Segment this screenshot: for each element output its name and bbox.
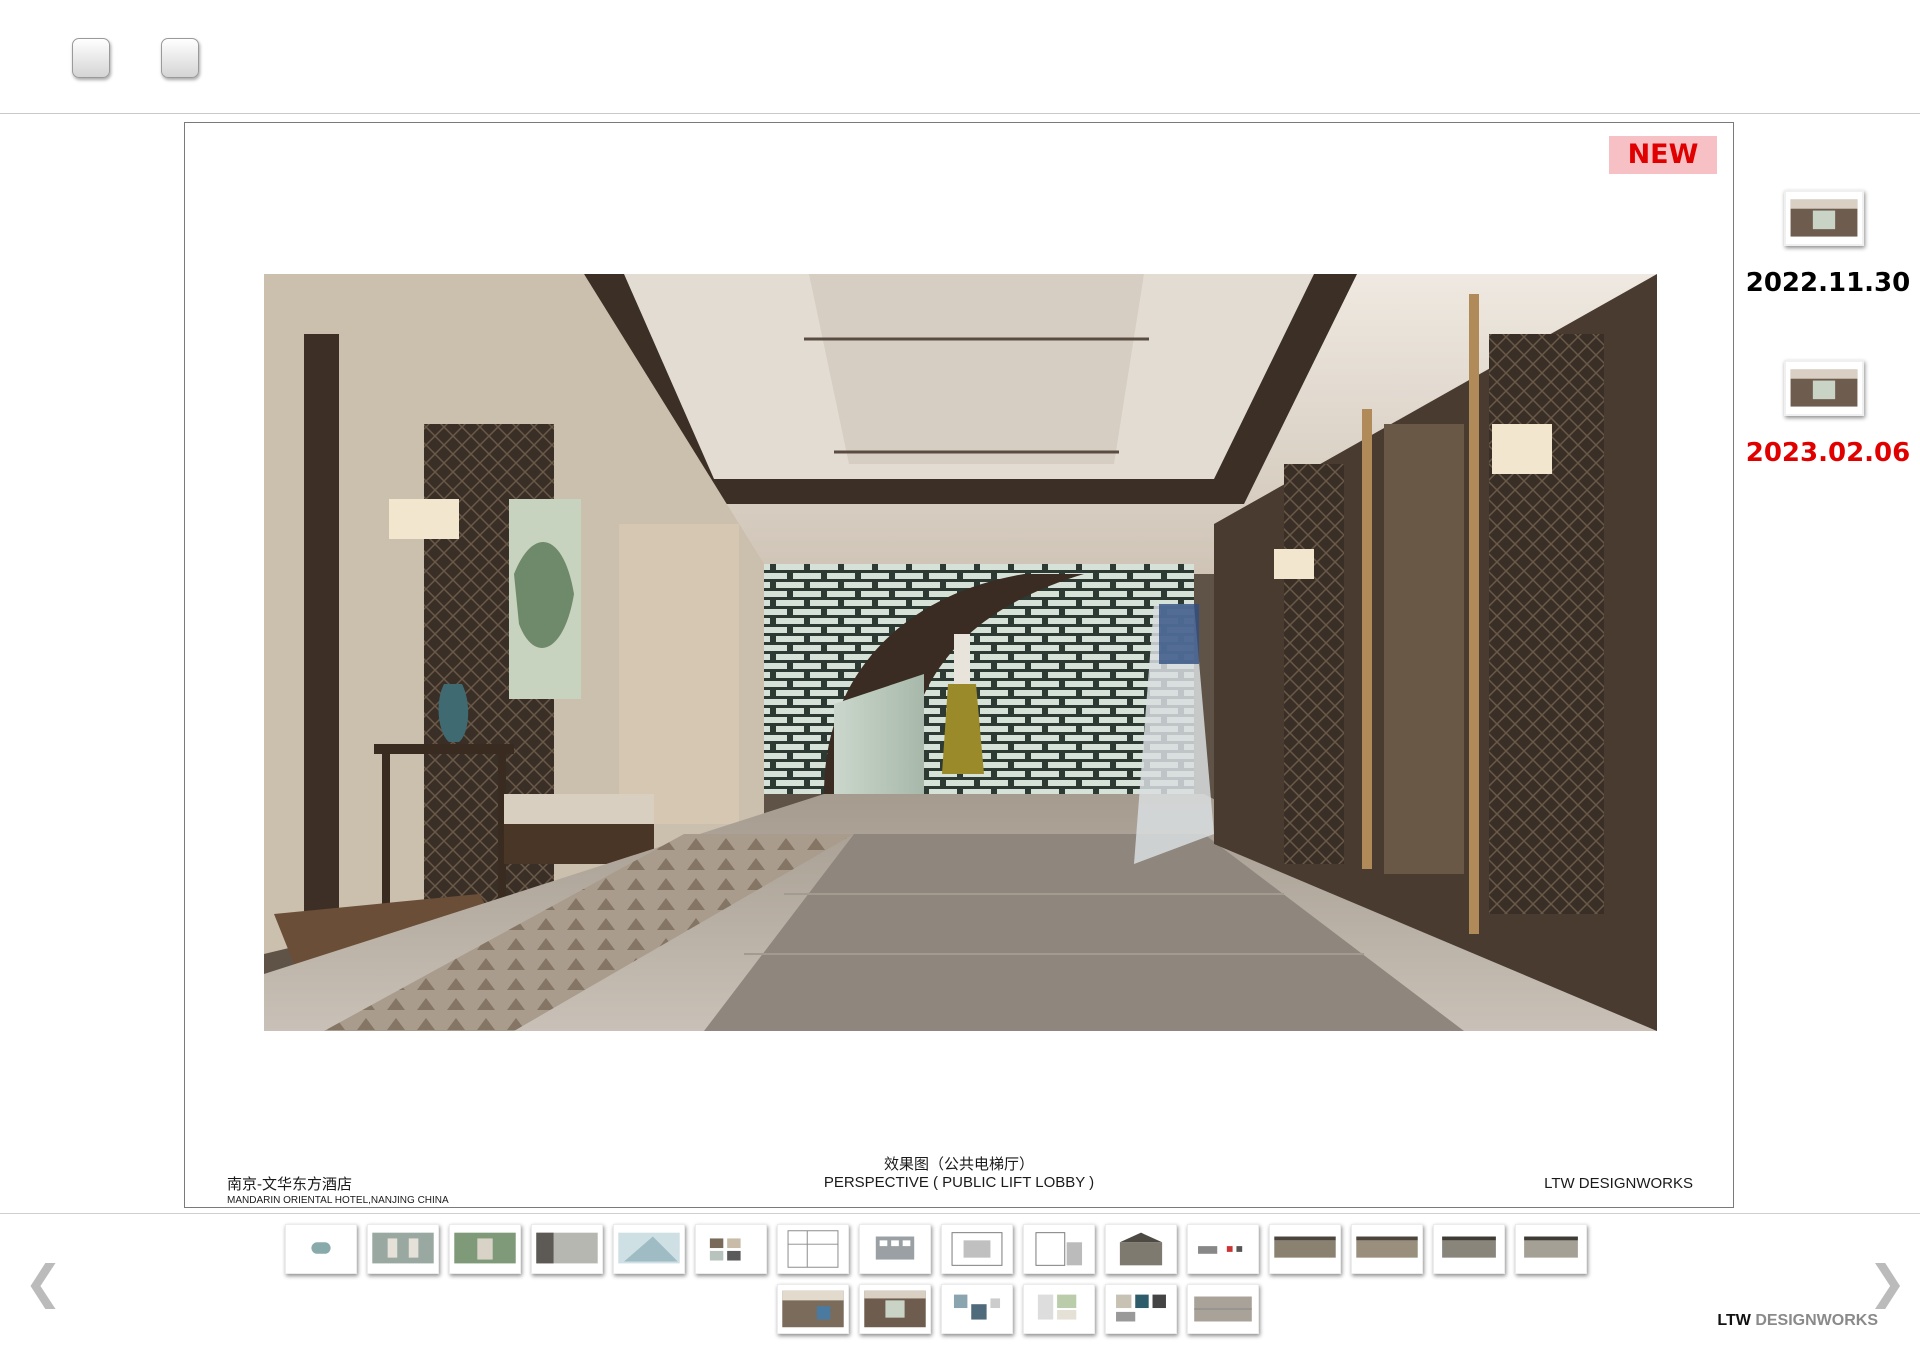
page-thumbnail[interactable] [941,1284,1013,1334]
top-toolbar [0,0,1920,114]
drawing-title-cn: 效果图（公共电梯厅） [883,1156,1034,1173]
project-name-en: MANDARIN ORIENTAL HOTEL,NANJING CHINA [227,1195,449,1206]
page-thumbnail[interactable] [1351,1224,1423,1274]
page-thumbnail[interactable] [1269,1224,1341,1274]
toolbar-button-2[interactable] [161,38,199,78]
brand-bold: LTW [1717,1312,1751,1329]
company-name: LTW DESIGNWORKS [1544,1175,1693,1192]
page-thumbnail[interactable] [777,1284,849,1334]
thumbnail-strip-row-2 [777,1284,1259,1334]
page-thumbnail[interactable] [531,1224,603,1274]
version-date-1: 2022.11.30 [1745,268,1911,298]
thumbnail-image [1790,199,1858,237]
page-thumbnail[interactable] [695,1224,767,1274]
divider [0,1213,1920,1214]
page-thumbnail[interactable] [449,1224,521,1274]
page-thumbnail[interactable] [777,1224,849,1274]
page-thumbnail[interactable] [941,1224,1013,1274]
thumbnail-image [1790,369,1858,407]
page-thumbnail[interactable] [859,1224,931,1274]
page-thumbnail[interactable] [1023,1224,1095,1274]
page-thumbnail[interactable] [1187,1224,1259,1274]
chevron-left-icon: ❮ [24,1255,63,1309]
page-thumbnail[interactable] [367,1224,439,1274]
page-thumbnail[interactable] [613,1224,685,1274]
drawing-title-en: PERSPECTIVE ( PUBLIC LIFT LOBBY ) [823,1174,1095,1191]
slide-viewer: NEW 南京-文华东方酒店 MANDARIN ORIENTAL HOTEL,NA… [184,122,1734,1208]
page-thumbnail[interactable] [285,1224,357,1274]
page-thumbnail[interactable] [1105,1224,1177,1274]
brand-light: DESIGNWORKS [1755,1312,1878,1329]
page-thumbnail[interactable] [1187,1284,1259,1334]
version-date-2: 2023.02.06 [1745,438,1911,468]
page-thumbnail[interactable] [1023,1284,1095,1334]
thumbnail-strip-row-1 [285,1224,1587,1274]
version-thumbnail-1[interactable] [1784,190,1864,246]
perspective-render [264,274,1657,1031]
lobby-render-illustration [264,274,1657,1031]
drawing-title: 效果图（公共电梯厅） PERSPECTIVE ( PUBLIC LIFT LOB… [185,1156,1733,1192]
next-page-button[interactable]: ❯ [1868,1255,1907,1309]
page-thumbnail[interactable] [1433,1224,1505,1274]
prev-page-button[interactable]: ❮ [24,1255,63,1309]
brand-logo: LTW DESIGNWORKS [1717,1312,1878,1330]
new-badge: NEW [1609,136,1717,174]
page-thumbnail[interactable] [1515,1224,1587,1274]
page-thumbnail[interactable] [859,1284,931,1334]
version-thumbnail-2[interactable] [1784,360,1864,416]
page-thumbnail[interactable] [1105,1284,1177,1334]
chevron-right-icon: ❯ [1868,1255,1907,1309]
toolbar-button-1[interactable] [72,38,110,78]
